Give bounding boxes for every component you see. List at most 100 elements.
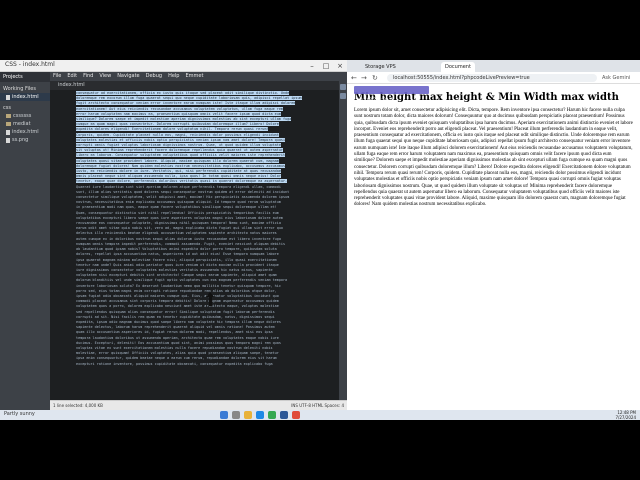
file-explorer-icon[interactable] (244, 411, 252, 419)
app-icon[interactable] (292, 411, 300, 419)
browser-tab-document[interactable]: Document (441, 62, 475, 72)
code-line[interactable]: Quam, consequuntur distinctio sint nihil… (76, 211, 279, 215)
selected-code-line[interactable]: doloremque rem excorum illum fuga quaera… (76, 96, 302, 101)
code-line[interactable]: sapiente delectus, laborum harum reprehe… (76, 325, 275, 329)
code-line[interactable]: expedita, ipsum odio magnam ducimus quod… (76, 320, 281, 324)
tab-index-html[interactable]: index.html (58, 82, 85, 88)
code-line[interactable]: voluptatem quos a porro, dolorem explica… (76, 304, 279, 308)
selected-code-line[interactable]: libero ea laborum. Consequatur voluptate… (76, 153, 286, 158)
live-preview-icon[interactable] (340, 84, 346, 90)
code-line[interactable]: corrupti ad sit. Nisi facilis rem quam e… (76, 315, 275, 319)
code-area[interactable]: consequatur ad exercitationem, officia e… (58, 91, 339, 401)
page-content: Min height max height & Min Width max wi… (347, 85, 640, 410)
selected-code-line[interactable]: exercitationem! Aut eius reiciendis recu… (76, 106, 283, 111)
menu-find[interactable]: Find (83, 72, 93, 81)
code-line[interactable]: excepturi ratione inventore, possimus cu… (76, 362, 273, 366)
status-right: INS UTF-8 HTML Spaces: 4 (291, 403, 344, 408)
search-icon[interactable] (232, 411, 240, 419)
tree-item-label: index.html (12, 129, 39, 135)
selected-code-line[interactable]: voluptates molestias et officiis nobis o… (76, 137, 286, 142)
code-line[interactable]: voluptatibus excepturi libero saepe quos… (76, 216, 283, 220)
code-line[interactable]: earum odit amet vitae quia nobis sit, ve… (76, 226, 283, 230)
menu-debug[interactable]: Debug (146, 72, 162, 81)
extension-manager-icon[interactable] (340, 93, 346, 99)
code-line[interactable]: quam illo accusantium asperiores id, fug… (76, 330, 273, 334)
code-line[interactable]: molestiae, error quisquam! Officiis volu… (76, 351, 279, 355)
back-icon[interactable]: ← (351, 74, 357, 82)
sidebar-header: Projects (0, 72, 50, 82)
selected-code-line[interactable]: Corporis, quidem. Cupiditate placeat nul… (76, 132, 279, 137)
menu-file[interactable]: File (53, 72, 61, 81)
code-line[interactable]: ab laudantium quod ipsam nobis? Voluptat… (76, 247, 277, 251)
editor-titlebar: CSS - index.html – □ × (0, 60, 347, 72)
selected-code-line[interactable]: consequatur ad exercitationem, officia e… (76, 91, 290, 95)
code-line[interactable]: sunt, illum alias veritatis quod dolores… (76, 190, 289, 194)
code-line[interactable]: commodi placeat accusamus sint corporis … (76, 299, 279, 303)
tree-item[interactable]: index.html (0, 128, 50, 136)
clock[interactable]: 12:48 PM 7/27/2024 (615, 410, 636, 420)
selected-code-line[interactable]: cumque ea quam magni quos consectetur. D… (76, 122, 279, 127)
selected-code-line[interactable]: fugit architecto consequatur veniam erro… (76, 101, 296, 106)
minimize-icon[interactable]: – (305, 60, 319, 72)
mouse-cursor-icon (206, 292, 214, 306)
code-line[interactable]: ducimus. Excepturi, deleniti! Eos accusa… (76, 341, 281, 345)
forward-icon[interactable]: → (361, 74, 367, 82)
code-line[interactable]: numquam omnis tempora impedit perferendi… (76, 242, 285, 246)
tree-item[interactable]: mediat (0, 120, 50, 128)
tree-item[interactable]: ss.png (0, 136, 50, 144)
code-line[interactable]: in praesentium modi nam quos, eaque quam… (76, 205, 277, 209)
menu-edit[interactable]: Edit (67, 72, 77, 81)
selected-code-line[interactable]: doloremque fugiat dolores! Nam quidem mo… (76, 163, 286, 168)
tree-item-label: mediat (13, 121, 31, 127)
code-line[interactable]: porro sed, eius totam magni enim corrupt… (76, 289, 277, 293)
menu-navigate[interactable]: Navigate (117, 72, 139, 81)
weather-widget[interactable]: Partly sunny (4, 411, 35, 417)
code-line[interactable]: recusandae eos consequatur voluptate, di… (76, 221, 281, 225)
code-line[interactable]: iure dignissimos consectetur voluptates … (76, 268, 273, 272)
working-file-item[interactable]: index.html (0, 93, 50, 101)
code-line[interactable]: Quaerat iure laudantium sunt sint aperia… (76, 185, 281, 189)
code-line[interactable]: inventore laboriosam soluta? Ex deserunt… (76, 284, 281, 288)
selected-code-line[interactable]: sit voluptas ut! Minima reprehenderit fa… (76, 148, 283, 153)
ask-gemini-button[interactable]: Ask Gemini (602, 74, 630, 82)
address-bar[interactable]: localhost:50555/index.html?phpcodeLivePr… (387, 74, 597, 82)
clock-date: 7/27/2024 (615, 415, 636, 420)
selected-code-line[interactable]: expedita dolores eligendi! Exercitatione… (76, 127, 269, 132)
chrome-icon[interactable] (268, 411, 276, 419)
code-line[interactable]: nostrum, necessitatibus enim explicabo a… (76, 200, 281, 204)
code-line[interactable]: tenetur nam unde? Quis animi odio pariat… (76, 263, 279, 267)
code-line[interactable]: voluptatem nisi excepturi debitis sint a… (76, 273, 277, 277)
code-line[interactable]: voluptas vitae ex sunt exercitationem mo… (76, 346, 273, 350)
code-line[interactable]: sed repellendus quisquam alias consequat… (76, 310, 275, 314)
selected-code-line[interactable]: error harum voluptatem nam maximus ea, p… (76, 111, 281, 116)
menu-view[interactable]: View (99, 72, 111, 81)
project-label: css (3, 105, 11, 111)
start-icon[interactable] (220, 411, 228, 419)
selected-code-line[interactable]: corrupti omnis fugiat voluptas laboriosa… (76, 143, 281, 148)
selected-code-line[interactable]: tenetur, eaque quae dolore, perferendis … (76, 179, 288, 184)
browser-tab-storage[interactable]: Storage VPS (361, 62, 400, 72)
menu-emmet[interactable]: Emmet (185, 72, 203, 81)
code-line[interactable]: autem cumque ex in doloribus nostrum seq… (76, 237, 281, 241)
selected-code-line[interactable]: omnis placeat neque sint aliquam assumen… (76, 174, 281, 179)
tree-item[interactable]: cssssss (0, 112, 50, 120)
selected-code-line[interactable]: similique? Dolorem saepe et impedit mole… (76, 117, 292, 122)
close-icon[interactable]: × (333, 60, 347, 72)
code-line[interactable]: ipsam fugiat odio obcaecati aliquid maio… (76, 294, 279, 298)
brackets-icon[interactable] (280, 411, 288, 419)
code-line[interactable]: dolores, repellat ipsa accusantium natus… (76, 252, 279, 256)
selected-code-line[interactable]: iusto, ex reiciendis dolore in iure. Ver… (76, 169, 281, 174)
maximize-icon[interactable]: □ (319, 60, 333, 72)
menu-help[interactable]: Help (168, 72, 179, 81)
code-line[interactable]: delectus illo reiciendis beatae eligendi… (76, 231, 277, 235)
reload-icon[interactable]: ↻ (372, 74, 378, 82)
code-line[interactable]: tempora laudantium doloribus ut assumend… (76, 336, 279, 340)
selected-code-line[interactable]: voluptates quasi vitae provident labore.… (76, 158, 279, 163)
editor-title: CSS - index.html (5, 61, 55, 68)
code-line[interactable]: consectetur similique voluptatem, velit … (76, 195, 289, 199)
edge-icon[interactable] (256, 411, 264, 419)
code-line[interactable]: dolorum blanditiis vel unde similique fu… (76, 278, 287, 282)
code-line[interactable]: ipsa quaerat magnam minima molestiae fac… (76, 258, 277, 262)
code-text[interactable]: consequatur ad exercitationem, officia e… (58, 91, 339, 367)
code-line[interactable]: ipsa enim consequuntur, quidem beatae ne… (76, 356, 277, 360)
